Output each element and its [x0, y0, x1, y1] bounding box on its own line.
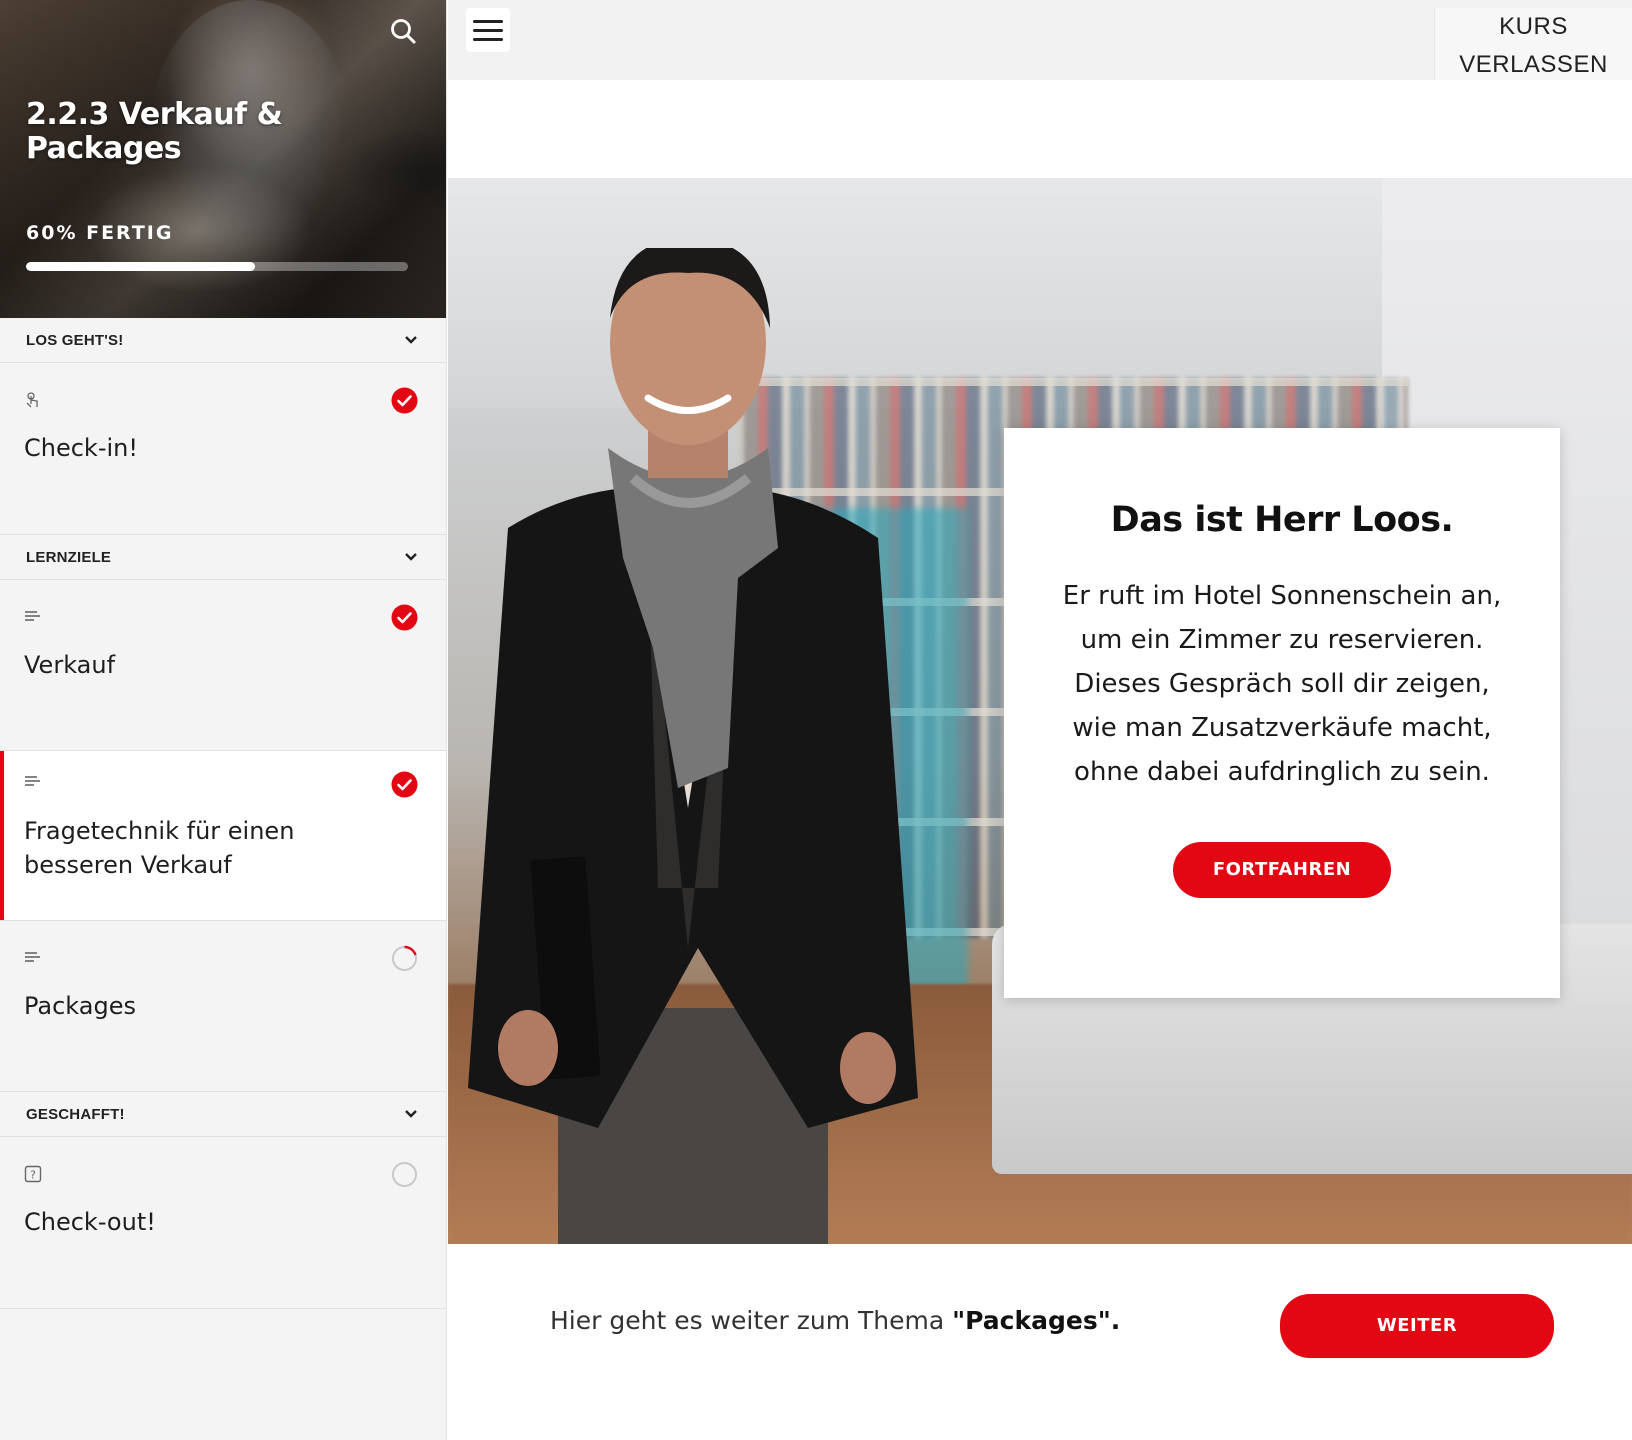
intro-card: Das ist Herr Loos. Er ruft im Hotel Sonn…	[1004, 428, 1560, 998]
quiz-icon: ?	[24, 1165, 42, 1183]
text-lesson-icon	[25, 776, 40, 786]
touch-icon	[26, 392, 38, 408]
text-lesson-icon	[25, 611, 40, 621]
lesson-title: Verkauf	[24, 651, 116, 679]
lesson-title: Check-out!	[24, 1208, 156, 1236]
chevron-down-icon	[405, 1110, 417, 1118]
exit-label-line-2: VERLASSEN	[1459, 51, 1608, 78]
herr-loos-portrait	[468, 248, 918, 1244]
fortfahren-button[interactable]: FORTFAHREN	[1173, 842, 1391, 898]
section-header-geschafft[interactable]: GESCHAFFT!	[0, 1092, 446, 1137]
continue-text: Hier geht es weiter zum Thema "Packages"…	[550, 1306, 1120, 1335]
svg-text:?: ?	[30, 1169, 36, 1182]
section-header-lernziele[interactable]: LERNZIELE	[0, 535, 446, 580]
text-lesson-icon	[25, 952, 40, 962]
progress-label: 60% FERTIG	[26, 222, 174, 244]
chevron-down-icon	[405, 553, 417, 561]
exit-course-button[interactable]: KURS VERLASSEN	[1434, 8, 1632, 80]
continue-text-prefix: Hier geht es weiter zum Thema	[550, 1306, 953, 1335]
progress-bar	[26, 262, 408, 271]
section-label: LOS GEHT'S!	[26, 331, 124, 349]
card-title: Das ist Herr Loos.	[1110, 500, 1454, 540]
exit-label-line-1: KURS	[1499, 13, 1568, 40]
continue-topic: "Packages".	[952, 1306, 1121, 1335]
lesson-item-check-out[interactable]: ? Check-out!	[0, 1137, 446, 1309]
course-header: 2.2.3 Verkauf & Packages 60% FERTIG	[0, 0, 446, 318]
lesson-item-packages[interactable]: Packages	[0, 921, 446, 1092]
lesson-item-fragetechnik[interactable]: Fragetechnik für einen besseren Verkauf	[0, 751, 446, 921]
card-text: Er ruft im Hotel Sonnenschein an, um ein…	[1062, 581, 1502, 787]
lesson-title-line-2: besseren Verkauf	[24, 851, 232, 879]
hero-scene: Das ist Herr Loos. Er ruft im Hotel Sonn…	[448, 178, 1632, 1244]
check-complete-icon	[391, 387, 418, 414]
section-label: LERNZIELE	[26, 548, 112, 566]
progress-partial-icon	[392, 945, 417, 971]
status-empty-icon	[392, 1162, 417, 1187]
section-header-los-gehts[interactable]: LOS GEHT'S!	[0, 318, 446, 363]
lesson-title-line-1: Fragetechnik für einen	[24, 817, 295, 845]
section-label: GESCHAFFT!	[26, 1105, 125, 1123]
chevron-down-icon	[405, 336, 417, 344]
progress-bar-fill	[26, 262, 256, 271]
lesson-title: Packages	[24, 992, 136, 1020]
lesson-item-verkauf[interactable]: Verkauf	[0, 580, 446, 751]
course-title: 2.2.3 Verkauf & Packages	[26, 97, 283, 166]
lesson-item-check-in[interactable]: Check-in!	[0, 363, 446, 535]
weiter-button[interactable]: WEITER	[1280, 1294, 1554, 1358]
lesson-title: Check-in!	[24, 434, 138, 462]
top-bar: KURS VERLASSEN	[448, 0, 1632, 80]
check-complete-icon	[391, 771, 418, 798]
search-icon[interactable]	[388, 16, 418, 46]
check-complete-icon	[391, 604, 418, 631]
hamburger-icon[interactable]	[466, 8, 510, 52]
course-sidebar: 2.2.3 Verkauf & Packages 60% FERTIG LOS …	[0, 0, 447, 1440]
